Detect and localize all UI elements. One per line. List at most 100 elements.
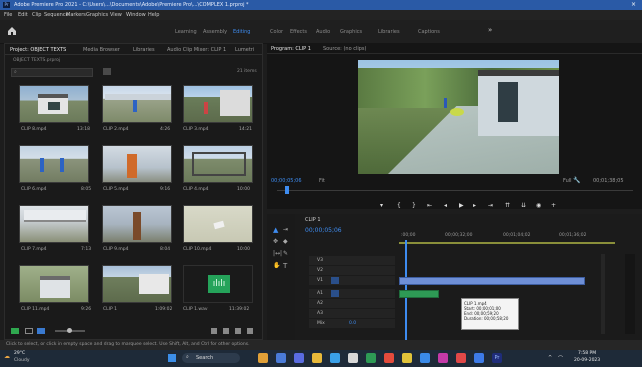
step-back-icon[interactable]: ◂ <box>444 202 447 209</box>
button-editor-icon[interactable]: + <box>551 202 556 209</box>
mix-value[interactable]: 0.0 <box>349 321 356 326</box>
clip-thumbnail[interactable] <box>102 85 172 123</box>
workspace-learning[interactable]: Learning <box>175 29 197 35</box>
mark-out-icon[interactable]: } <box>412 202 416 209</box>
lift-icon[interactable]: ⇈ <box>505 202 510 209</box>
zoom-slider-handle[interactable] <box>67 328 72 333</box>
audio-clip[interactable] <box>399 290 439 298</box>
clip-thumbnail[interactable] <box>102 205 172 243</box>
menu-edit[interactable]: Edit <box>18 12 28 18</box>
workspace-libraries[interactable]: Libraries <box>378 29 400 35</box>
app-icon-green[interactable] <box>366 353 376 363</box>
track-header-v3[interactable]: V3 <box>309 256 395 265</box>
tab-project[interactable]: Project: OBJECT TEXTS <box>10 47 66 53</box>
app-icon-red[interactable] <box>456 353 466 363</box>
workspace-audio[interactable]: Audio <box>316 29 330 35</box>
track-header-a2[interactable]: A2 <box>309 299 395 308</box>
menu-window[interactable]: Window <box>126 12 146 18</box>
track-header-a3[interactable]: A3 <box>309 309 395 318</box>
track-select-tool-icon[interactable]: ⇥ <box>283 226 288 233</box>
clip-thumbnail[interactable] <box>183 205 253 243</box>
start-icon[interactable] <box>168 354 176 362</box>
quality-dropdown[interactable]: Full <box>563 178 572 184</box>
workspace-effects[interactable]: Effects <box>290 29 307 35</box>
work-area-bar[interactable] <box>399 242 615 244</box>
edge-icon[interactable] <box>330 353 340 363</box>
playhead-marker[interactable] <box>285 186 289 194</box>
new-bin-icon[interactable] <box>235 328 241 334</box>
chrome-icon[interactable] <box>384 353 394 363</box>
wifi-icon[interactable]: ⌒ <box>558 355 563 362</box>
type-tool-icon[interactable]: T <box>283 262 287 270</box>
clip-thumbnail[interactable] <box>19 205 89 243</box>
track-header-a1[interactable]: A1 <box>309 289 395 298</box>
new-bin-icon[interactable] <box>103 68 111 75</box>
slip-tool-icon[interactable]: |↔| <box>273 250 282 257</box>
clip-thumbnail[interactable] <box>183 145 253 183</box>
source-patch[interactable] <box>331 277 339 284</box>
workspace-color[interactable]: Color <box>270 29 283 35</box>
menu-markers[interactable]: Markers <box>66 12 86 18</box>
hand-tool-icon[interactable]: ✋ <box>273 262 280 269</box>
add-marker-icon[interactable]: ▾ <box>380 202 383 209</box>
play-icon[interactable]: ▶ <box>459 202 464 209</box>
clip-thumbnail[interactable] <box>19 265 89 303</box>
app-icon-widgets[interactable] <box>294 353 304 363</box>
home-icon[interactable] <box>6 25 18 37</box>
trash-icon[interactable] <box>247 328 253 334</box>
search-box[interactable]: ⌕ Search <box>182 353 240 363</box>
search-icon[interactable] <box>211 328 217 334</box>
menu-sequence[interactable]: Sequence <box>44 12 69 18</box>
clip-thumbnail[interactable] <box>19 145 89 183</box>
tab-lumetri[interactable]: Lumetri <box>235 47 254 53</box>
tab-audio-clip-mixer[interactable]: Audio Clip Mixer: CLIP 1 <box>167 47 226 53</box>
app-icon-blue2[interactable] <box>474 353 484 363</box>
search-input[interactable]: ⌕ <box>11 68 93 77</box>
program-timecode[interactable]: 00;00;05;06 <box>271 178 302 184</box>
razor-tool-icon[interactable]: ◆ <box>283 238 288 245</box>
menu-help[interactable]: Help <box>148 12 159 18</box>
menu-graphics[interactable]: Graphics <box>86 12 108 18</box>
tab-libraries[interactable]: Libraries <box>133 47 155 53</box>
app-icon-purple[interactable] <box>438 353 448 363</box>
menu-view[interactable]: View <box>110 12 122 18</box>
track-header-mix[interactable]: Mix 0.0 <box>309 319 395 328</box>
ripple-edit-tool-icon[interactable]: ✥ <box>273 238 278 245</box>
weather-icon[interactable]: ☁ <box>4 353 10 360</box>
clip-thumbnail[interactable] <box>183 85 253 123</box>
tab-media-browser[interactable]: Media Browser <box>83 47 120 53</box>
wrench-icon[interactable]: 🔧 <box>573 177 580 184</box>
tray-chevron-icon[interactable]: ^ <box>548 355 552 361</box>
audio-clip-thumbnail[interactable]: ılılı <box>183 265 253 303</box>
track-header-v1[interactable]: V1 <box>309 276 395 285</box>
workspace-captions[interactable]: Captions <box>418 29 440 35</box>
sequence-tab[interactable]: CLIP 1 <box>305 217 321 223</box>
clip-thumbnail[interactable] <box>102 145 172 183</box>
chevron-right-icon[interactable]: » <box>488 26 492 34</box>
app-icon-yellow[interactable] <box>402 353 412 363</box>
settings-icon[interactable] <box>348 353 358 363</box>
workspace-assembly[interactable]: Assembly <box>203 29 227 35</box>
clip-thumbnail[interactable] <box>102 265 172 303</box>
icon-view-icon[interactable] <box>37 328 45 334</box>
playback-bar[interactable] <box>277 190 633 191</box>
pencil-icon[interactable] <box>11 328 19 334</box>
app-icon-landscape[interactable] <box>258 353 268 363</box>
export-frame-icon[interactable]: ◉ <box>536 202 541 209</box>
folder-icon[interactable] <box>312 353 322 363</box>
go-to-in-icon[interactable]: ⇤ <box>427 202 432 209</box>
clip-thumbnail[interactable] <box>19 85 89 123</box>
timeline-scrollbar[interactable] <box>601 254 605 334</box>
menu-file[interactable]: File <box>4 12 12 18</box>
selection-tool-icon[interactable]: ▲ <box>273 226 278 234</box>
premiere-icon[interactable]: Pr <box>492 353 502 363</box>
new-item-icon[interactable] <box>223 328 229 334</box>
source-patch[interactable] <box>331 290 339 297</box>
step-forward-icon[interactable]: ▸ <box>473 202 476 209</box>
workspace-editing[interactable]: Editing <box>233 29 250 35</box>
track-header-v2[interactable]: V2 <box>309 266 395 275</box>
go-to-out-icon[interactable]: ⇥ <box>488 202 493 209</box>
tab-program[interactable]: Program: CLIP 1 <box>271 46 311 52</box>
close-icon[interactable]: × <box>631 1 636 8</box>
video-clip[interactable] <box>399 277 585 285</box>
